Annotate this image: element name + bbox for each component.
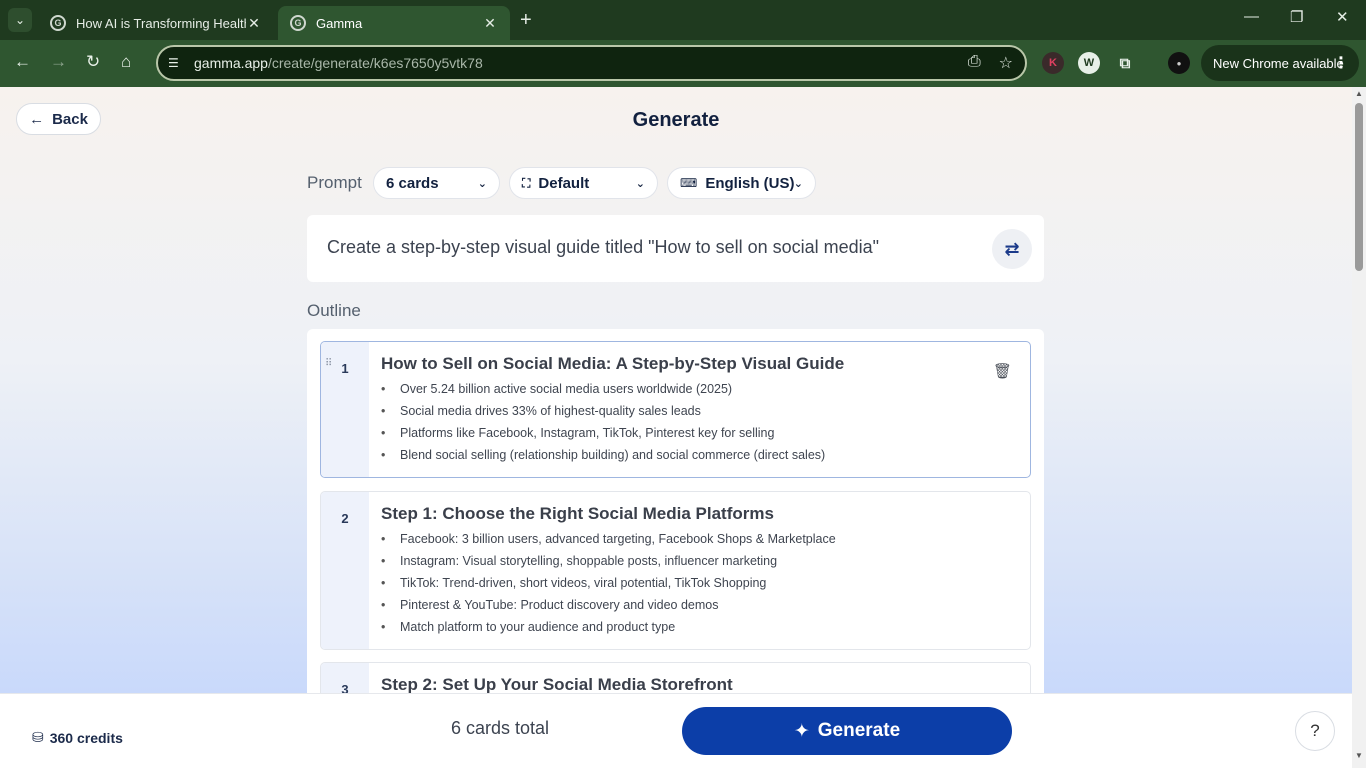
card-count-value: 6 cards [386,174,439,192]
card-title[interactable]: Step 2: Set Up Your Social Media Storefr… [381,675,733,693]
scroll-up-icon[interactable]: ▲ [1355,89,1363,98]
bookmark-star-icon[interactable]: ☆ [999,53,1013,73]
page-scrollbar[interactable]: ▲ ▼ [1352,87,1366,768]
card-bullets: Facebook: 3 billion users, advanced targ… [381,528,836,638]
card-bullet[interactable]: Pinterest & YouTube: Product discovery a… [381,594,836,616]
close-window-icon[interactable]: ✕ [1336,8,1349,26]
sparkle-icon: ✦ [793,720,810,742]
minimize-icon[interactable]: — [1244,8,1259,25]
browser-tab-strip: ⌄ G How AI is Transforming Health ✕ G Ga… [0,0,1366,40]
address-bar[interactable]: ☰ gamma.app/create/generate/k6es7650y5vt… [156,45,1027,81]
card-bullet[interactable]: Instagram: Visual storytelling, shoppabl… [381,550,836,572]
page-title: Generate [632,109,720,131]
reload-icon[interactable]: ↻ [86,52,100,72]
credits-indicator[interactable]: ⛁ 360 credits [32,729,123,746]
site-info-icon[interactable]: ☰ [168,56,186,70]
prompt-box[interactable]: Create a step-by-step visual guide title… [307,215,1044,282]
gamma-favicon-icon: G [50,15,66,31]
home-icon[interactable]: ⌂ [121,52,131,72]
forward-arrow-icon[interactable]: → [50,52,67,72]
card-number: 3 [341,682,349,693]
footer-bar: ⛁ 360 credits 6 cards total ✦ Generate ? [0,693,1352,768]
theme-value: Default [538,174,590,192]
url-path: /create/generate/k6es7650y5vtk78 [267,55,483,71]
scrollbar-thumb[interactable] [1355,103,1363,271]
help-button[interactable]: ? [1295,711,1335,751]
close-tab-icon[interactable]: ✕ [246,15,262,32]
prompt-label: Prompt [307,173,362,192]
dimensions-icon: ⛶ [522,175,531,190]
browser-toolbar: ← → ↻ ⌂ ☰ gamma.app/create/generate/k6es… [0,40,1366,87]
tab-title: Gamma [316,15,363,31]
back-arrow-icon[interactable]: ← [14,52,31,72]
card-bullet[interactable]: Social media drives 33% of highest-quali… [381,400,825,422]
url-text[interactable]: gamma.app/create/generate/k6es7650y5vtk7… [194,55,483,71]
outline-label: Outline [307,301,361,320]
install-app-icon[interactable]: ⎙ [968,53,981,73]
chrome-update-label: New Chrome available [1213,55,1344,71]
credits-label: 360 credits [49,729,123,746]
gamma-generate-page: ← Back Generate Prompt 6 cards ⌄ ⛶ Defau… [0,87,1352,693]
extension-k-icon[interactable]: K [1042,52,1064,74]
outline-card[interactable]: 3 Step 2: Set Up Your Social Media Store… [320,662,1031,693]
chevron-down-icon: ⌄ [477,177,487,190]
card-bullets: Over 5.24 billion active social media us… [381,378,825,466]
card-bullet[interactable]: Platforms like Facebook, Instagram, TikT… [381,422,825,444]
outline-panel: ⠿ 1 How to Sell on Social Media: A Step-… [307,329,1044,693]
browser-tab[interactable]: G How AI is Transforming Health ✕ [38,6,274,40]
card-bullet[interactable]: Match platform to your audience and prod… [381,616,836,638]
new-tab-icon[interactable]: + [520,9,532,32]
profile-avatar-icon[interactable]: ● [1168,52,1190,74]
more-menu-icon[interactable]: ⋮ [1333,53,1349,73]
language-select[interactable]: ⌨ English (US) ⌄ [667,167,816,199]
tab-search-button[interactable]: ⌄ [8,8,32,32]
card-count-select[interactable]: 6 cards ⌄ [373,167,500,199]
chrome-update-chip[interactable]: New Chrome available ⋮ [1201,45,1359,81]
cards-total: 6 cards total [451,718,550,738]
regenerate-icon[interactable]: ⇄ [992,229,1032,269]
restore-icon[interactable]: ❐ [1290,8,1303,26]
scroll-down-icon[interactable]: ▼ [1355,751,1363,760]
theme-select[interactable]: ⛶ Default ⌄ [509,167,658,199]
extensions-puzzle-icon[interactable]: ⧉ [1114,52,1136,74]
card-title[interactable]: How to Sell on Social Media: A Step-by-S… [381,354,844,374]
generate-button[interactable]: ✦ Generate [682,707,1012,755]
chevron-down-icon: ⌄ [793,177,803,190]
prompt-text[interactable]: Create a step-by-step visual guide title… [327,237,879,258]
card-number: 1 [341,361,349,376]
card-title[interactable]: Step 1: Choose the Right Social Media Pl… [381,504,774,524]
language-value: English (US) [705,174,795,192]
outline-card[interactable]: ⠿ 1 How to Sell on Social Media: A Step-… [320,341,1031,478]
extension-w-icon[interactable]: W [1078,52,1100,74]
url-host: gamma.app [194,55,268,71]
card-bullet[interactable]: Facebook: 3 billion users, advanced targ… [381,528,836,550]
coins-icon: ⛁ [32,729,44,745]
close-tab-icon[interactable]: ✕ [482,15,498,32]
card-bullet[interactable]: Over 5.24 billion active social media us… [381,378,825,400]
browser-tab-active[interactable]: G Gamma ✕ [278,6,510,40]
language-icon: ⌨ [680,176,698,190]
outline-card[interactable]: 2 Step 1: Choose the Right Social Media … [320,491,1031,650]
card-bullet[interactable]: Blend social selling (relationship build… [381,444,825,466]
gamma-favicon-icon: G [290,15,306,31]
tab-title: How AI is Transforming Health [76,15,246,31]
chevron-down-icon: ⌄ [635,177,645,190]
card-bullet[interactable]: TikTok: Trend-driven, short videos, vira… [381,572,836,594]
generate-label: Generate [817,720,901,741]
trash-icon[interactable]: 🗑 [993,362,1012,380]
card-number: 2 [341,511,349,526]
